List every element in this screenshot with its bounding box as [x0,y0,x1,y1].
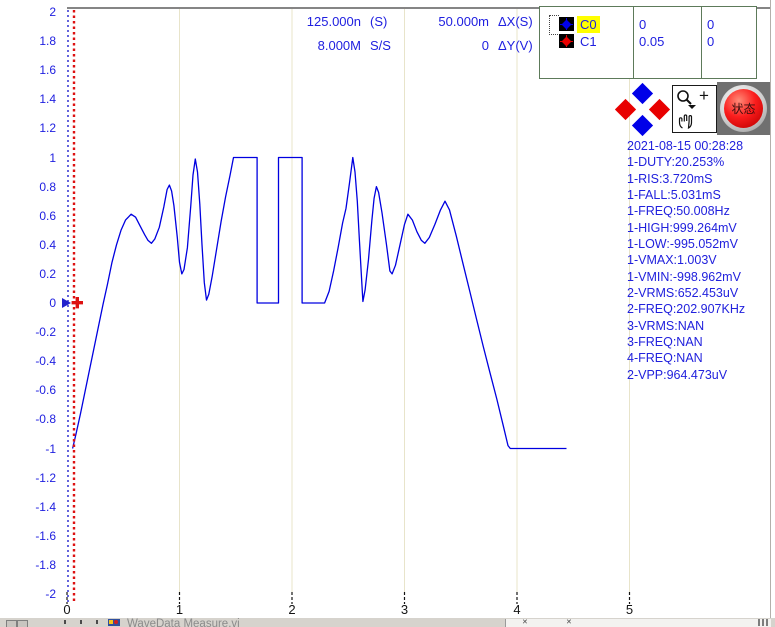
measurement-item: 4-FREQ:NAN [627,350,773,366]
y-axis-label: -0.4 [0,354,56,368]
tick-mark [96,620,98,624]
x-axis-label: 5 [615,602,645,618]
measurement-item: 3-VRMS:NAN [627,318,773,334]
y-axis-label: 0.6 [0,209,56,223]
delta-x-value: 50.000m [416,10,489,34]
y-axis-label: 0.4 [0,238,56,252]
measurement-item: 1-RIS:3.720mS [627,171,773,187]
x-axis-label: 2 [277,602,307,618]
measurement-item: 2-VRMS:652.453uV [627,285,773,301]
measurement-items: 1-DUTY:20.253%1-RIS:3.720mS1-FALL:5.031m… [627,154,773,383]
cursor-move-up-icon[interactable] [632,83,653,104]
measurement-readout: 2021-08-15 00:28:28 1-DUTY:20.253%1-RIS:… [627,138,773,383]
timestamp: 2021-08-15 00:28:28 [627,138,773,154]
delta-y-value: 0 [416,34,489,58]
waveform-trace [73,158,567,449]
sample-period-row: 125.000n (S) [279,10,406,34]
delta-x-row: 50.000m ΔX(S) [416,10,544,34]
measurement-item: 1-VMIN:-998.962mV [627,269,773,285]
x-axis-label: 3 [390,602,420,618]
cursor-channel-label[interactable]: C0 [577,16,600,33]
taskbar-glyph-icon: ✕ [522,618,528,626]
y-axis-label: 2 [0,5,56,19]
y-axis-label: -0.8 [0,412,56,426]
y-axis-label: 1 [0,151,56,165]
y-axis-label: 1.4 [0,92,56,106]
measurement-item: 1-HIGH:999.264mV [627,220,773,236]
y-axis-label: -1.4 [0,500,56,514]
sampling-readout: 125.000n (S) 8.000M S/S [279,10,406,58]
delta-x-label: ΔX(S) [498,10,544,34]
y-axis-label: -0.6 [0,383,56,397]
cursor-y-value[interactable]: 0 [707,16,714,33]
cursor-legend-row[interactable]: C1 0.05 0 [540,33,754,50]
cursor-legend-table: C000C10.050 [539,6,757,79]
status-led-icon: 状态 [724,89,763,128]
cursor-channel-icon[interactable] [559,34,574,48]
y-axis-label: 1.6 [0,63,56,77]
status-button[interactable]: 状态 [717,82,770,135]
graph-tool-palette: + [672,85,717,133]
y-axis-label: -2 [0,587,56,601]
sample-rate-unit: S/S [370,34,406,58]
measurement-item: 1-VMAX:1.003V [627,252,773,268]
sample-period-unit: (S) [370,10,406,34]
y-axis-label: -1 [0,442,56,456]
measurement-item: 2-VPP:964.473uV [627,367,773,383]
x-axis-label: 0 [52,602,82,618]
x-axis-label: 1 [165,602,195,618]
cursor-move-right-icon[interactable] [649,99,670,120]
cursor-channel-label[interactable]: C1 [577,33,600,50]
cursor-mover-control[interactable] [616,84,670,136]
taskbar-panel [505,619,771,627]
scrollbar-button[interactable] [17,620,28,627]
cursor-move-down-icon[interactable] [632,115,653,136]
y-axis-label: -1.6 [0,529,56,543]
taskbar-strip: WaveData Measure.vi ✕ ✕ [0,618,775,627]
y-axis-label: -1.2 [0,471,56,485]
cursor-move-left-icon[interactable] [615,99,636,120]
measurement-item: 2-FREQ:202.907KHz [627,301,773,317]
measurement-item: 1-LOW:-995.052mV [627,236,773,252]
cursor-delta-readout: 50.000m ΔX(S) 0 ΔY(V) [416,10,544,58]
delta-y-row: 0 ΔY(V) [416,34,544,58]
tick-mark [64,620,66,624]
x-axis-label: 4 [502,602,532,618]
y-axis-label: -0.2 [0,325,56,339]
pan-hand-tool-icon[interactable] [677,112,696,130]
measurement-item: 1-FALL:5.031mS [627,187,773,203]
y-axis-label: -1.8 [0,558,56,572]
cursor-legend-row[interactable]: C0 0 0 [540,16,754,33]
y-axis-label: 1.8 [0,34,56,48]
cursor-channel-icon[interactable] [559,17,574,31]
zoom-tool-icon[interactable] [675,88,697,110]
cursor-c1-marker-icon[interactable] [72,297,83,308]
tick-mark [80,620,82,624]
scrollbar-button[interactable] [6,620,17,627]
delta-y-label: ΔY(V) [498,34,544,58]
y-axis-label: 0 [0,296,56,310]
cursor-y-value[interactable]: 0 [707,33,714,50]
taskbar-title[interactable]: WaveData Measure.vi [127,618,240,627]
cursor-c0-marker-icon[interactable] [62,298,71,308]
status-button-label: 状态 [731,100,755,117]
status-button-ring: 状态 [720,85,767,132]
sample-rate-value: 8.000M [279,34,361,58]
y-axis-label: 0.8 [0,180,56,194]
measurement-item: 3-FREQ:NAN [627,334,773,350]
cursor-x-value[interactable]: 0.05 [639,33,664,50]
resize-grip-icon[interactable] [758,619,770,626]
vi-file-icon [108,619,120,626]
taskbar-glyph-icon: ✕ [566,618,572,626]
y-axis-label: 1.2 [0,121,56,135]
measurement-item: 1-DUTY:20.253% [627,154,773,170]
plus-cursor-tool-icon[interactable]: + [699,86,709,106]
oscilloscope-app: 2 1.8 1.6 1.4 1.2 1 0.8 0.6 0.4 0.2 0 -0.2 -0.4 -0.6 -… [0,0,775,627]
y-axis-label: 0.2 [0,267,56,281]
window-edge-line [770,0,771,618]
measurement-item: 1-FREQ:50.008Hz [627,203,773,219]
cursor-x-value[interactable]: 0 [639,16,646,33]
sample-period-value: 125.000n [279,10,361,34]
sample-rate-row: 8.000M S/S [279,34,406,58]
